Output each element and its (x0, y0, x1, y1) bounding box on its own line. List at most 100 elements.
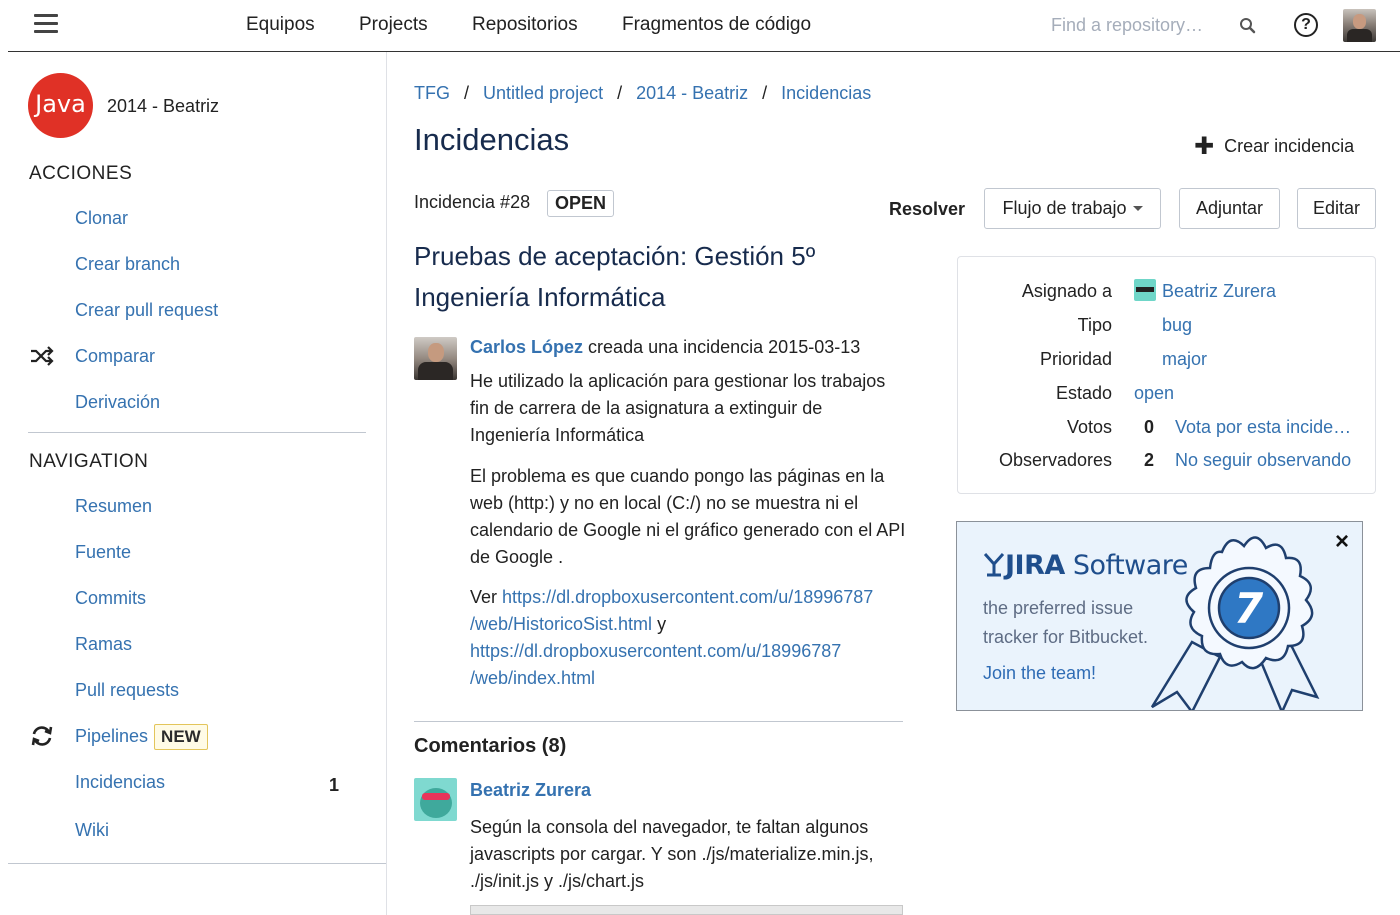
shuffle-icon (31, 346, 54, 366)
workflow-label: Flujo de trabajo (1002, 198, 1127, 218)
sidebar-item-derivacion[interactable]: Derivación (75, 392, 160, 413)
comments-divider (414, 721, 903, 722)
comment-text: Según la consola del navegador, te falta… (470, 817, 874, 891)
nav-equipos[interactable]: Equipos (246, 14, 315, 36)
create-issue-label: Crear incidencia (1224, 136, 1355, 156)
breadcrumb-repo[interactable]: 2014 - Beatriz (636, 83, 748, 103)
sidebar-item-clonar[interactable]: Clonar (75, 208, 128, 229)
sidebar-divider (28, 432, 366, 433)
jira-logo-icon (983, 552, 1005, 577)
type-link[interactable]: bug (1162, 315, 1192, 336)
issue-author-line: Carlos López creada una incidencia 2015-… (470, 337, 860, 358)
sidebar-item-crear-branch[interactable]: Crear branch (75, 254, 180, 275)
sidebar-item-wiki[interactable]: Wiki (75, 820, 109, 841)
nav-repositorios[interactable]: Repositorios (472, 14, 578, 36)
search-input[interactable]: Find a repository… (1051, 15, 1203, 36)
issue-title: Pruebas de aceptación: Gestión 5º Ingeni… (414, 241, 816, 312)
edit-button[interactable]: Editar (1297, 188, 1376, 229)
attach-button[interactable]: Adjuntar (1179, 188, 1280, 229)
create-issue-button[interactable]: ✚ Crear incidencia (1194, 130, 1355, 160)
repo-name[interactable]: 2014 - Beatriz (107, 96, 219, 117)
sidebar-item-resumen[interactable]: Resumen (75, 496, 152, 517)
breadcrumb-project[interactable]: Untitled project (483, 83, 603, 103)
incidencias-count-badge: 1 (329, 775, 340, 795)
sidebar-item-crear-pull-request[interactable]: Crear pull request (75, 300, 218, 321)
assignee-avatar (1134, 279, 1156, 301)
link-historico[interactable]: https://dl.dropboxusercontent.com/u/1899… (470, 587, 873, 634)
help-icon[interactable]: ? (1294, 13, 1318, 37)
ad-badge-number: 7 (1234, 584, 1264, 633)
watchers-count: 2 (1144, 450, 1155, 470)
nav-projects[interactable]: Projects (359, 14, 428, 36)
sidebar-item-pull-requests[interactable]: Pull requests (75, 680, 179, 701)
search-icon[interactable] (1238, 16, 1258, 36)
sidebar-border (386, 52, 387, 915)
priority-label: Prioridad (1039, 349, 1112, 369)
close-icon[interactable]: × (1335, 528, 1349, 556)
chevron-down-icon (1132, 206, 1143, 211)
resolve-button[interactable]: Resolver (889, 199, 965, 220)
breadcrumb-tfg[interactable]: TFG (414, 83, 450, 103)
issue-created-text: creada una incidencia 2015-03-13 (588, 337, 861, 357)
sidebar-item-ramas[interactable]: Ramas (75, 634, 132, 655)
top-navigation: Equipos Projects Repositorios Fragmentos… (0, 0, 1400, 52)
sidebar-item-fuente[interactable]: Fuente (75, 542, 131, 563)
breadcrumb-separator: / (464, 83, 470, 103)
breadcrumb-separator: / (762, 83, 768, 103)
sidebar-item-label: Pipelines (75, 726, 149, 746)
sidebar-item-pipelines[interactable]: Pipelines NEW (75, 724, 208, 750)
status-badge: OPEN (547, 190, 615, 217)
sidebar-item-incidencias[interactable]: Incidencias (75, 772, 165, 793)
link-part: /web/HistoricoSist.html (470, 614, 653, 634)
link-part: /web/index.html (470, 668, 596, 688)
page-title: Incidencias (414, 122, 570, 157)
sidebar-item-commits[interactable]: Commits (75, 588, 146, 609)
breadcrumb: TFG / Untitled project / 2014 - Beatriz / Inci… (414, 83, 871, 104)
votes-count: 0 (1144, 417, 1155, 437)
ad-brand: JIRA (1005, 550, 1065, 581)
repo-logo[interactable]: Java (28, 73, 93, 138)
workflow-dropdown[interactable]: Flujo de trabajo (984, 188, 1161, 229)
assigned-label: Asignado a (1021, 281, 1112, 301)
issue-paragraph-links: Ver https://dl.dropboxusercontent.com/u/… (470, 584, 910, 692)
navigation-heading: NAVIGATION (29, 451, 149, 472)
jira-ad-banner[interactable]: JIRA Software the preferred issue tracke… (956, 521, 1363, 711)
comment-avatar[interactable] (414, 778, 457, 821)
issue-number: Incidencia #28 (414, 192, 531, 212)
sidebar-item-comparar[interactable]: Comparar (75, 346, 155, 367)
unwatch-link[interactable]: No seguir observando (1175, 450, 1351, 471)
comments-heading: Comentarios (8) (414, 735, 567, 757)
issue-details-panel: Asignado a Beatriz Zurera Tipo bug Prior… (957, 256, 1376, 494)
sidebar: Java 2014 - Beatriz ACCIONES Clonar Crea… (8, 52, 387, 915)
user-avatar[interactable] (1343, 9, 1376, 42)
new-badge: NEW (154, 724, 208, 750)
nav-fragmentos[interactable]: Fragmentos de código (622, 14, 811, 36)
menu-icon[interactable] (34, 14, 58, 34)
breadcrumb-incidencias[interactable]: Incidencias (781, 83, 871, 103)
votes-label: Votos (1066, 417, 1112, 437)
issue-paragraph-1: He utilizado la aplicación para gestiona… (470, 371, 886, 445)
y-text: y (657, 614, 667, 634)
plus-icon: ✚ (1194, 133, 1215, 160)
priority-link[interactable]: major (1162, 349, 1207, 370)
issue-paragraph-2: El problema es que cuando pongo las pági… (470, 466, 906, 567)
sidebar-bottom-divider (8, 863, 386, 864)
issue-author[interactable]: Carlos López (470, 337, 583, 357)
refresh-icon (31, 726, 53, 746)
link-part: https://dl.dropboxusercontent.com/u/1899… (470, 641, 842, 661)
state-link[interactable]: open (1134, 383, 1174, 404)
ad-join-link[interactable]: Join the team! (983, 663, 1096, 684)
link-part: https://dl.dropboxusercontent.com/u/1899… (502, 587, 874, 607)
actions-heading: ACCIONES (29, 163, 133, 184)
comment-screenshot[interactable] (470, 905, 903, 915)
vote-link[interactable]: Vota por esta incide… (1175, 417, 1351, 438)
type-label: Tipo (1077, 315, 1112, 335)
author-avatar[interactable] (414, 337, 457, 380)
link-index[interactable]: https://dl.dropboxusercontent.com/u/1899… (470, 641, 841, 688)
breadcrumb-separator: / (617, 83, 623, 103)
comment-author[interactable]: Beatriz Zurera (470, 780, 591, 801)
state-label: Estado (1055, 383, 1112, 403)
ver-text: Ver (470, 587, 498, 607)
assignee-link[interactable]: Beatriz Zurera (1162, 281, 1276, 302)
watchers-label: Observadores (998, 450, 1112, 470)
